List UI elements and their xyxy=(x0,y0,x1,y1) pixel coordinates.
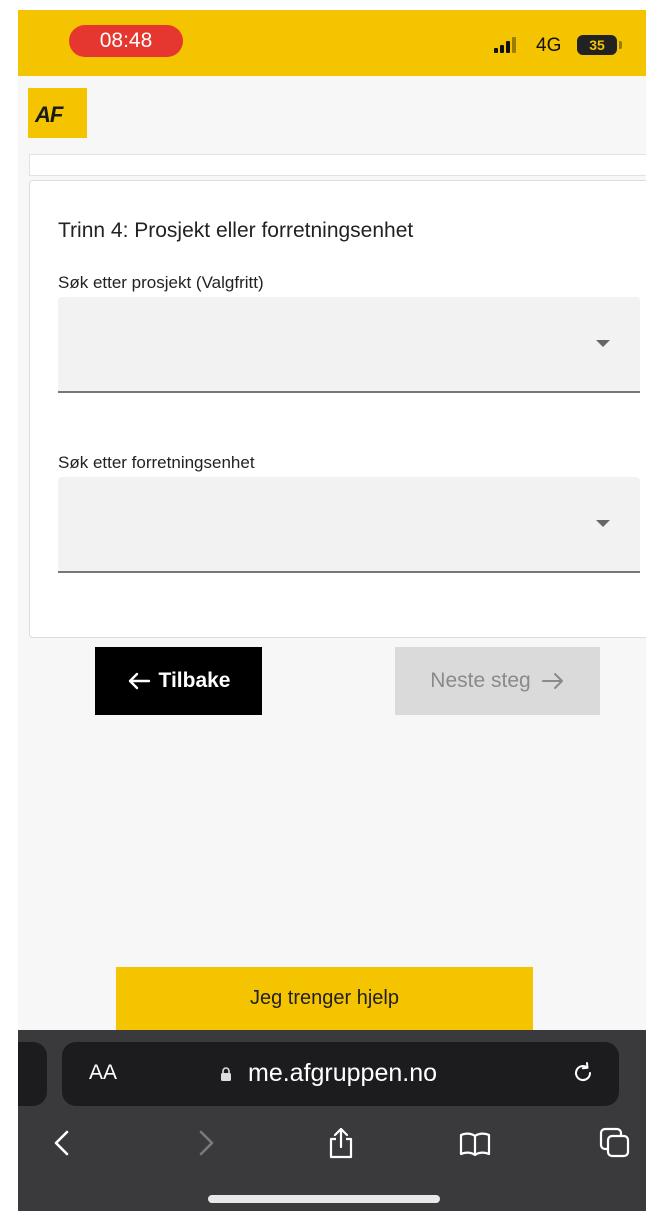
af-logo[interactable]: AF xyxy=(28,88,87,138)
phone-screen: 08:48 4G 35 AF Trinn 4: Prosjekt eller f… xyxy=(18,10,646,1211)
step-title: Trinn 4: Prosjekt eller forretningsenhet xyxy=(58,219,414,242)
forward-icon[interactable] xyxy=(188,1126,222,1160)
browser-toolbar: AA me.afgruppen.no xyxy=(18,1030,646,1211)
arrow-right-icon xyxy=(541,673,563,689)
back-button[interactable]: Tilbake xyxy=(95,647,262,715)
next-step-button[interactable]: Neste steg xyxy=(395,647,600,715)
text-size-label: AA xyxy=(89,1061,118,1084)
address-bar[interactable]: AA me.afgruppen.no xyxy=(62,1042,619,1106)
home-indicator xyxy=(208,1195,440,1203)
business-unit-label: Søk etter forretningsenhet xyxy=(58,453,255,472)
app-header: AF xyxy=(18,76,646,154)
lock-icon xyxy=(221,1067,231,1081)
reload-icon[interactable] xyxy=(570,1060,596,1086)
signal-icon xyxy=(494,37,522,53)
arrow-left-icon xyxy=(128,672,150,690)
help-button[interactable]: Jeg trenger hjelp xyxy=(116,967,533,1030)
dropdown-arrow-icon[interactable] xyxy=(596,340,610,347)
dropdown-arrow-icon[interactable] xyxy=(596,520,610,527)
share-icon[interactable] xyxy=(324,1126,358,1160)
back-icon[interactable] xyxy=(46,1126,80,1160)
battery-icon: 35 xyxy=(577,35,617,55)
previous-tab-stub[interactable] xyxy=(18,1042,47,1106)
project-select[interactable] xyxy=(58,297,640,393)
business-unit-select[interactable] xyxy=(58,477,640,573)
logo-text: AF xyxy=(35,102,63,127)
project-label: Søk etter prosjekt (Valgfritt) xyxy=(58,273,264,292)
status-bar: 08:48 4G 35 xyxy=(18,10,646,76)
form-card: Trinn 4: Prosjekt eller forretningsenhet… xyxy=(29,180,646,638)
bookmarks-icon[interactable] xyxy=(458,1126,492,1160)
tabs-icon[interactable] xyxy=(598,1126,632,1160)
text-size-button[interactable]: AA xyxy=(89,1061,117,1085)
progress-strip xyxy=(29,154,646,176)
back-button-label: Tilbake xyxy=(158,669,231,692)
network-type: 4G xyxy=(536,35,562,56)
status-time: 08:48 xyxy=(69,25,183,57)
battery-tip xyxy=(619,41,622,49)
url-text: me.afgruppen.no xyxy=(248,1059,438,1087)
next-step-label: Neste steg xyxy=(430,669,531,692)
battery-level: 35 xyxy=(589,37,605,53)
